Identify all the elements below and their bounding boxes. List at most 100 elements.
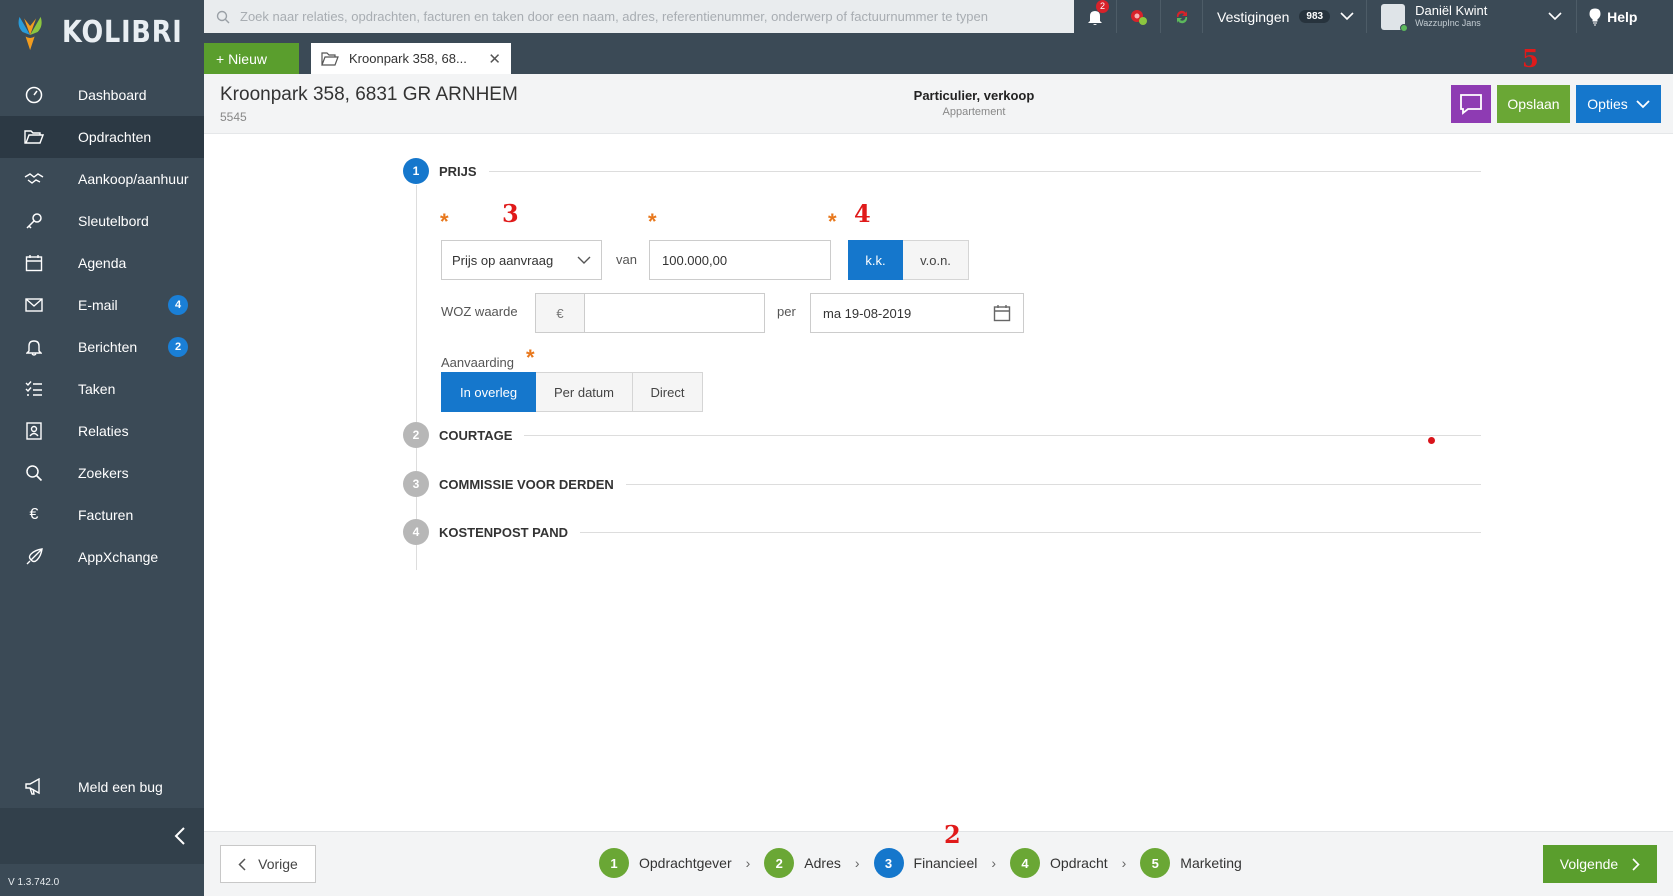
sidebar-item-agenda[interactable]: Agenda (0, 242, 204, 284)
required-marker: * (648, 209, 657, 234)
save-button[interactable]: Opslaan (1497, 85, 1570, 123)
section-kostenpost[interactable]: 4 KOSTENPOST PAND (403, 518, 1481, 546)
sidebar-item-label: Relaties (78, 423, 129, 439)
chevron-right-icon: › (1121, 855, 1127, 871)
previous-label: Vorige (258, 856, 298, 872)
required-marker: * (440, 209, 449, 234)
section-number: 3 (403, 471, 429, 497)
validation-error-indicator (1428, 437, 1435, 444)
sidebar-item-sleutelbord[interactable]: Sleutelbord (0, 200, 204, 242)
annotation-number: 4 (854, 199, 871, 228)
search-icon (216, 10, 230, 23)
sidebar-item-dashboard[interactable]: Dashboard (0, 74, 204, 116)
options-label: Opties (1587, 96, 1628, 112)
chevron-down-icon (577, 256, 591, 264)
megaphone-icon (24, 777, 44, 797)
notification-count-badge: 2 (1096, 0, 1110, 13)
sync-button[interactable] (1160, 0, 1202, 33)
step-financieel[interactable]: 3 Financieel (873, 848, 977, 878)
help-button[interactable]: Help (1576, 0, 1647, 33)
step-number: 1 (599, 848, 629, 878)
step-marketing[interactable]: 5 Marketing (1140, 848, 1242, 878)
acceptance-per-datum[interactable]: Per datum (536, 372, 633, 412)
step-adres[interactable]: 2 Adres (764, 848, 841, 878)
required-marker: * (526, 345, 535, 370)
chat-icon (1460, 94, 1482, 115)
sidebar-item-taken[interactable]: Taken (0, 368, 204, 410)
user-company: WazzupInc Jans (1415, 18, 1481, 28)
section-commissie[interactable]: 3 COMMISSIE VOOR DERDEN (403, 470, 1481, 498)
woz-label: WOZ waarde (441, 304, 518, 319)
per-label: per (777, 304, 796, 319)
collapse-sidebar-button[interactable] (0, 808, 204, 864)
chevron-right-icon: › (854, 855, 860, 871)
section-divider (524, 434, 1481, 436)
kolibri-logo-icon (18, 16, 42, 51)
sidebar-item-label: AppXchange (78, 549, 159, 565)
price-condition-select[interactable]: Prijs op aanvraag (441, 240, 602, 280)
section-courtage[interactable]: 2 COURTAGE (403, 421, 1481, 449)
price-type-toggle: k.k. v.o.n. (848, 240, 969, 280)
calendar-icon[interactable] (993, 304, 1011, 322)
sidebar-item-label: Sleutelbord (78, 213, 149, 229)
sidebar-item-berichten[interactable]: Berichten 2 (0, 326, 204, 368)
chevron-down-icon (1340, 12, 1354, 21)
aanvaarding-label: Aanvaarding (441, 355, 514, 370)
sidebar-item-label: Opdrachten (78, 129, 152, 145)
main-content: 1 PRIJS 3 4 * * * Prijs op aanvraag van … (204, 135, 1673, 830)
step-opdrachtgever[interactable]: 1 Opdrachtgever (599, 848, 732, 878)
next-button[interactable]: Volgende (1543, 845, 1657, 883)
sidebar-item-label: Facturen (78, 507, 134, 523)
bell-icon (24, 337, 44, 357)
chevron-down-icon (1636, 99, 1650, 108)
avatar (1381, 3, 1409, 32)
user-menu[interactable]: Daniël Kwint WazzupInc Jans (1366, 0, 1576, 33)
vestigingen-label: Vestigingen (1217, 8, 1290, 25)
acceptance-in-overleg[interactable]: In overleg (441, 372, 536, 412)
online-status-icon (1400, 23, 1409, 32)
chevron-down-icon (1548, 12, 1562, 21)
acceptance-direct[interactable]: Direct (633, 372, 703, 412)
app-version: V 1.3.742.0 (8, 877, 60, 888)
sidebar-item-label: Agenda (78, 255, 127, 271)
report-bug-button[interactable]: Meld een bug (0, 766, 204, 808)
presence-button[interactable] (1116, 0, 1160, 33)
sidebar-item-facturen[interactable]: € Facturen (0, 494, 204, 536)
woz-value-field[interactable] (584, 293, 765, 333)
woz-date-field[interactable]: ma 19-08-2019 (810, 293, 1024, 333)
section-title: COMMISSIE VOOR DERDEN (439, 476, 614, 492)
search-input[interactable] (240, 9, 1060, 24)
kk-option[interactable]: k.k. (848, 240, 903, 280)
new-button[interactable]: + Nieuw (204, 43, 299, 74)
sidebar-item-email[interactable]: E-mail 4 (0, 284, 204, 326)
price-amount-field[interactable]: 100.000,00 (649, 240, 831, 280)
user-name: Daniël Kwint (1415, 3, 1488, 18)
record-header: Kroonpark 358, 6831 GR ARNHEM 5545 Parti… (204, 74, 1673, 134)
tabs-row: + Nieuw Kroonpark 358, 68... ✕ (204, 43, 511, 74)
tab-title: Kroonpark 358, 68... (349, 51, 467, 66)
object-type-sub: Appartement (942, 106, 1006, 118)
tab-kroonpark[interactable]: Kroonpark 358, 68... ✕ (311, 43, 511, 74)
section-prijs[interactable]: 1 PRIJS (403, 157, 1481, 185)
checklist-icon (24, 379, 44, 399)
sidebar-item-label: Dashboard (78, 87, 147, 103)
sidebar-item-aankoop[interactable]: Aankoop/aanhuur (0, 158, 204, 200)
sidebar-item-relaties[interactable]: Relaties (0, 410, 204, 452)
close-icon[interactable]: ✕ (488, 50, 501, 68)
rocket-icon (24, 547, 44, 567)
section-number: 1 (403, 158, 429, 184)
chat-button[interactable] (1451, 85, 1491, 123)
sidebar-item-opdrachten[interactable]: Opdrachten (0, 116, 204, 158)
chevron-left-icon (174, 827, 185, 845)
sidebar-item-appxchange[interactable]: AppXchange (0, 536, 204, 578)
section-divider (580, 531, 1481, 533)
previous-button[interactable]: Vorige (220, 845, 316, 883)
options-button[interactable]: Opties (1576, 85, 1661, 123)
logo[interactable]: KOLIBRI (0, 0, 204, 64)
sidebar-nav: Dashboard Opdrachten Aankoop/aanhuur Sle… (0, 74, 204, 578)
notifications-button[interactable]: 2 (1074, 0, 1116, 33)
vestigingen-dropdown[interactable]: Vestigingen 983 (1202, 0, 1366, 33)
step-opdracht[interactable]: 4 Opdracht (1010, 848, 1108, 878)
von-option[interactable]: v.o.n. (903, 240, 969, 280)
sidebar-item-zoekers[interactable]: Zoekers (0, 452, 204, 494)
